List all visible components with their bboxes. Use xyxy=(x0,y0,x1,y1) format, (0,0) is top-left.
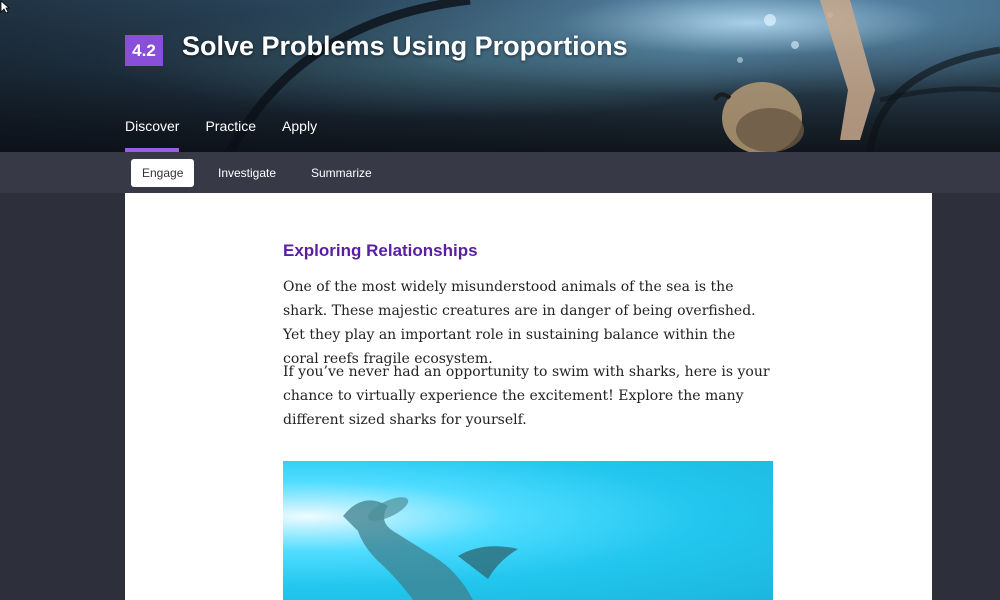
main-tab-bar: Discover Practice Apply xyxy=(125,118,343,152)
section-heading: Exploring Relationships xyxy=(283,241,478,260)
tab-practice[interactable]: Practice xyxy=(205,118,256,152)
subtab-summarize[interactable]: Summarize xyxy=(300,159,383,187)
lesson-header: 4.2 Solve Problems Using Proportions Dis… xyxy=(0,0,1000,152)
content-card: Exploring Relationships One of the most … xyxy=(125,193,932,600)
shark-video-image[interactable] xyxy=(283,461,773,600)
lesson-number-badge: 4.2 xyxy=(125,35,163,66)
tab-apply[interactable]: Apply xyxy=(282,118,317,152)
sub-tab-bar: Engage Investigate Summarize xyxy=(0,152,1000,193)
paragraph-2: If you’ve never had an opportunity to sw… xyxy=(283,364,770,428)
tab-discover[interactable]: Discover xyxy=(125,118,180,152)
subtab-engage[interactable]: Engage xyxy=(131,159,195,187)
paragraph-1: One of the most widely misunderstood ani… xyxy=(283,279,756,367)
subtab-investigate[interactable]: Investigate xyxy=(207,159,287,187)
hammerhead-shark-image xyxy=(343,497,518,600)
mouse-cursor-icon xyxy=(0,0,10,14)
page-title: Solve Problems Using Proportions xyxy=(182,31,628,61)
